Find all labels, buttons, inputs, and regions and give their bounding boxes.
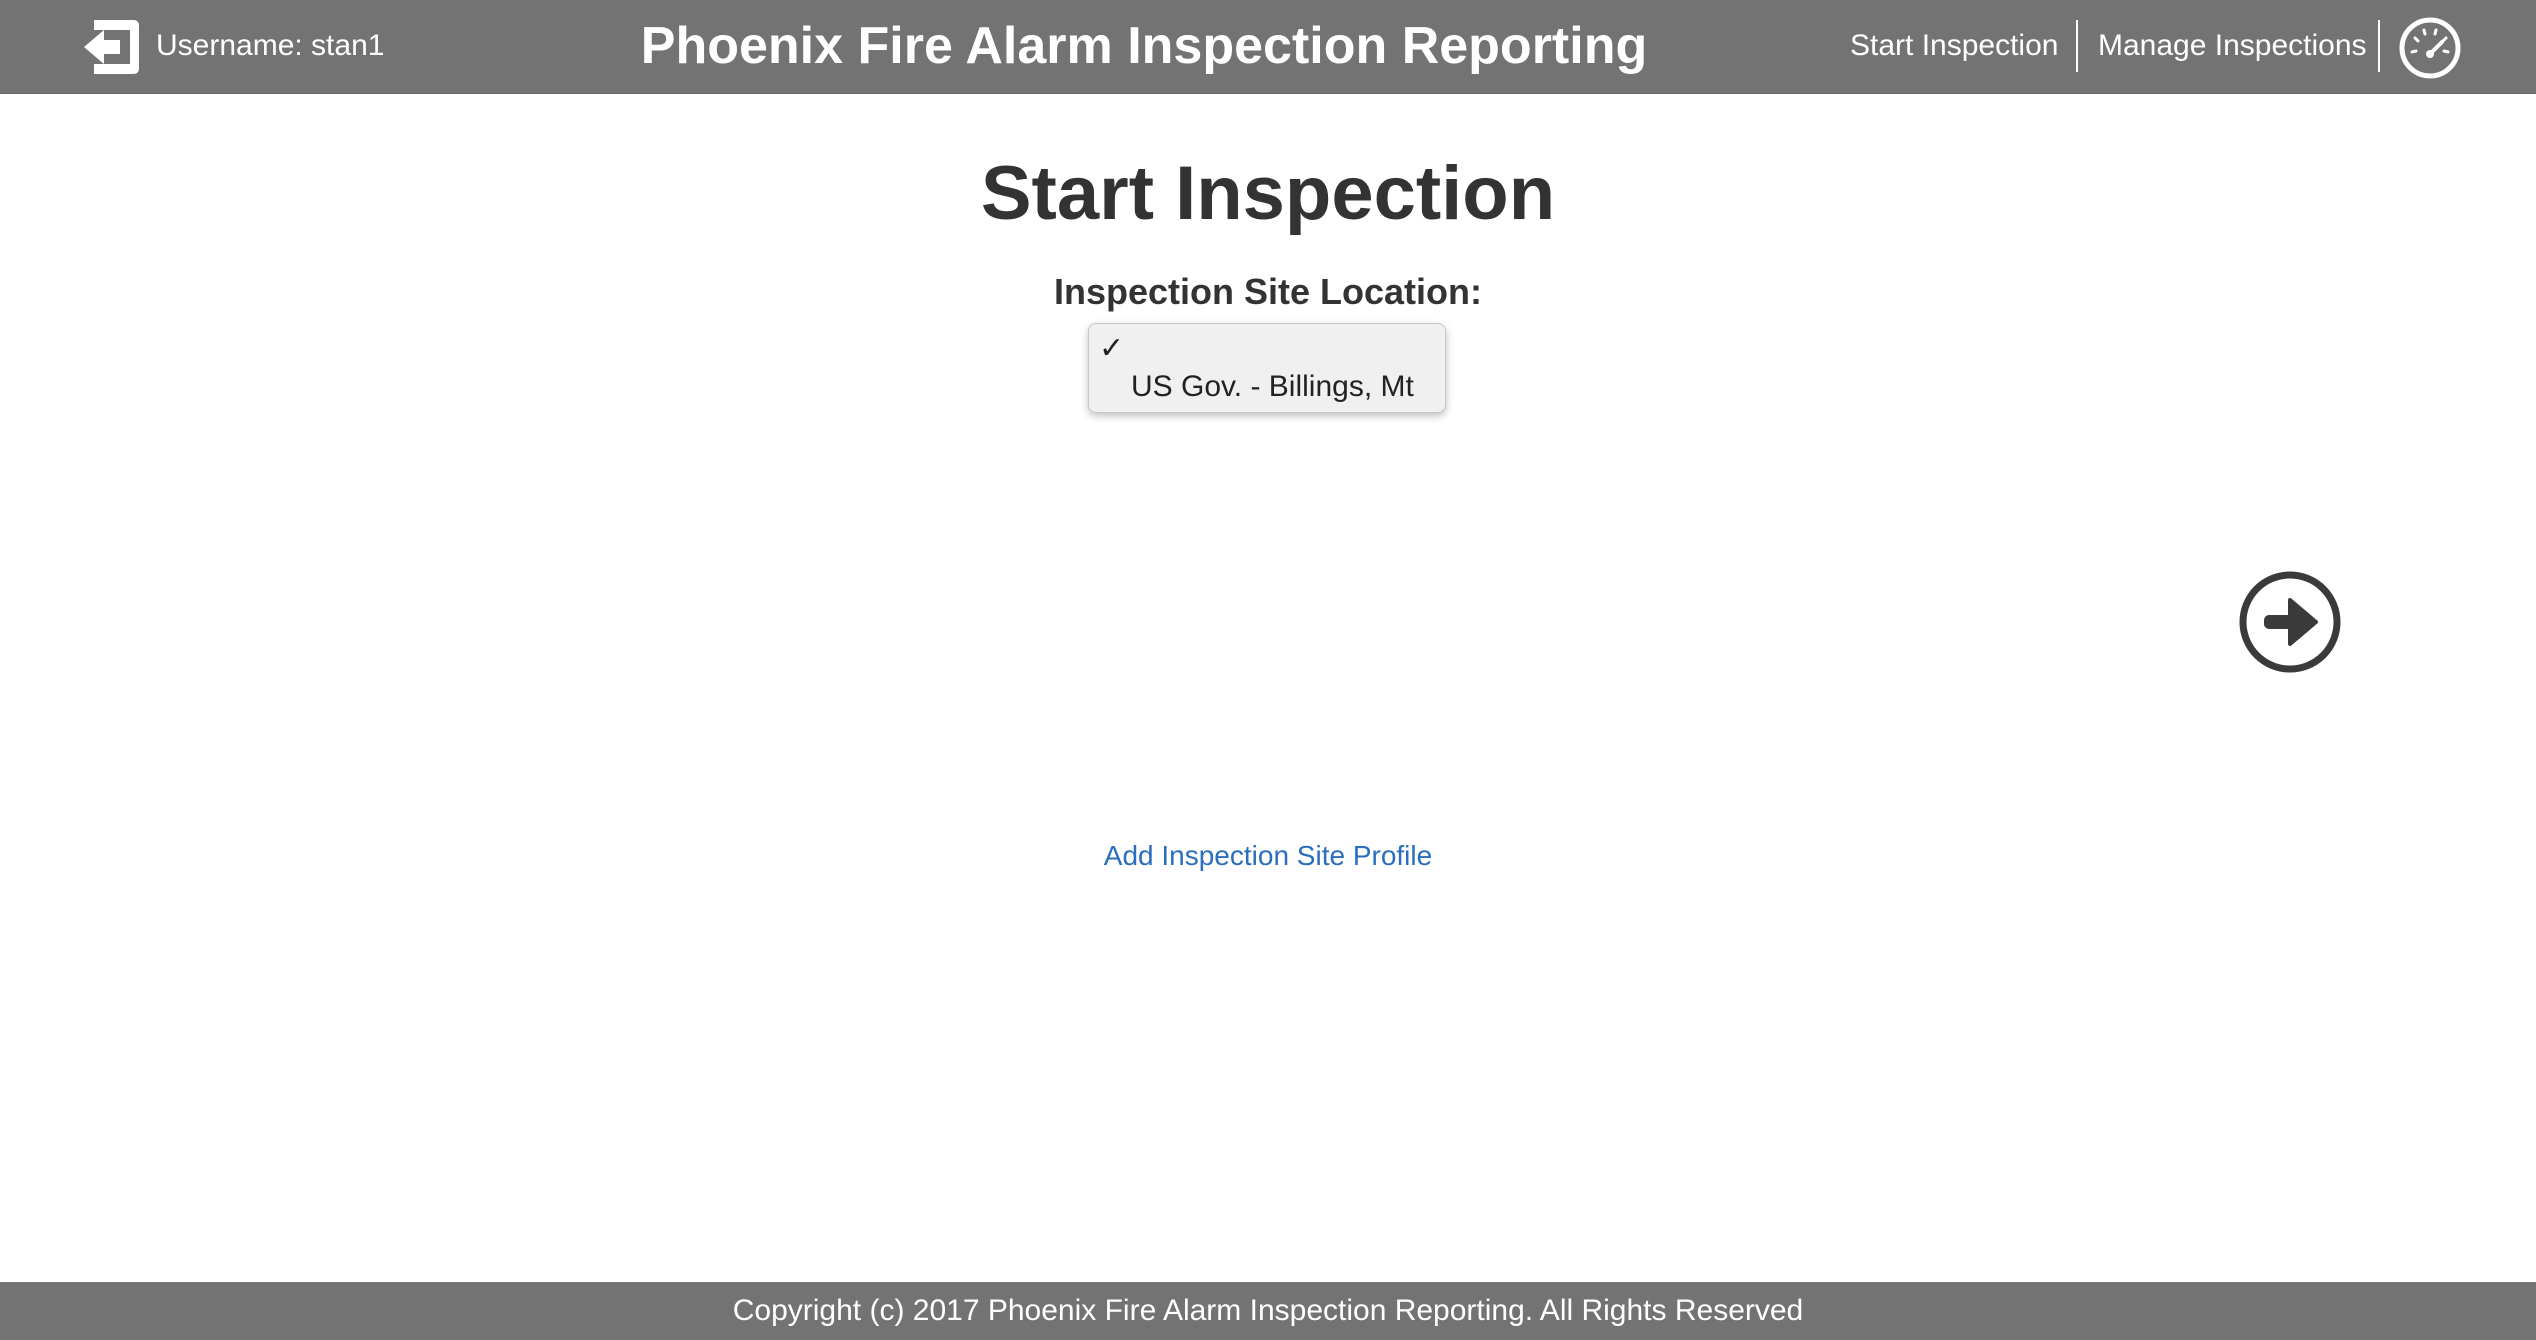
- footer: Copyright (c) 2017 Phoenix Fire Alarm In…: [0, 1282, 2536, 1340]
- add-site-profile-row: Add Inspection Site Profile: [0, 838, 2536, 874]
- site-location-label: Inspection Site Location:: [1053, 271, 1483, 312]
- dropdown-option-empty[interactable]: ✓: [1089, 330, 1445, 368]
- nav-divider: [2378, 20, 2380, 72]
- dropdown-option-billings[interactable]: US Gov. - Billings, Mt: [1089, 368, 1445, 406]
- checkmark-icon: ✓: [1099, 332, 1125, 365]
- nav-divider: [2076, 20, 2078, 72]
- nav-start-inspection[interactable]: Start Inspection: [1850, 28, 2058, 64]
- username-label: Username: stan1: [156, 29, 385, 62]
- logout-icon[interactable]: [80, 16, 142, 78]
- next-arrow-button[interactable]: [2238, 570, 2342, 674]
- site-location-dropdown[interactable]: ✓ US Gov. - Billings, Mt: [1088, 323, 1446, 413]
- dashboard-speedometer-icon[interactable]: [2398, 16, 2462, 80]
- nav-manage-inspections[interactable]: Manage Inspections: [2098, 28, 2367, 64]
- dropdown-option-label: US Gov. - Billings, Mt: [1131, 370, 1414, 403]
- app-title: Phoenix Fire Alarm Inspection Reporting: [640, 17, 1648, 75]
- circle-arrow-right-icon: [2239, 571, 2341, 673]
- footer-copyright: Copyright (c) 2017 Phoenix Fire Alarm In…: [732, 1294, 1804, 1327]
- page-title: Start Inspection: [980, 151, 1556, 236]
- add-site-profile-link[interactable]: Add Inspection Site Profile: [1104, 840, 1432, 871]
- top-navbar: Username: stan1 Phoenix Fire Alarm Inspe…: [0, 0, 2536, 94]
